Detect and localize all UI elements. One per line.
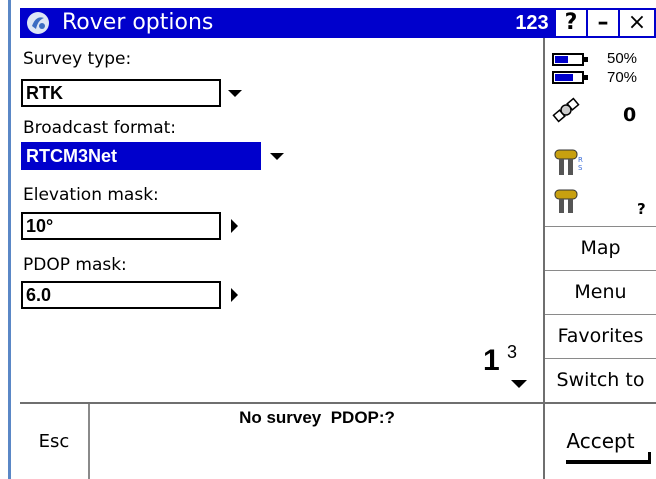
next-page-arrow-icon bbox=[511, 380, 527, 388]
start-menu-icon[interactable] bbox=[26, 11, 50, 35]
left-border bbox=[8, 0, 11, 479]
satellite-count: 0 bbox=[623, 104, 637, 126]
battery-2-fill bbox=[555, 74, 573, 81]
rover-receiver-icon[interactable] bbox=[553, 188, 583, 218]
window-title: Rover options bbox=[62, 10, 214, 35]
pdop-mask-label: PDOP mask: bbox=[23, 255, 127, 275]
accept-button[interactable]: Accept bbox=[545, 404, 656, 479]
battery-1-percent: 50% bbox=[607, 50, 638, 67]
switch-to-button-label: Switch to bbox=[556, 369, 645, 391]
pdop-mask-arrow-button[interactable] bbox=[221, 281, 249, 309]
map-button-label: Map bbox=[580, 237, 621, 259]
survey-status-text: No survey PDOP:? bbox=[239, 408, 395, 427]
rover-status-marker: ? bbox=[637, 200, 646, 218]
page-total: 3 bbox=[507, 342, 518, 362]
pdop-mask-field[interactable]: 6.0 bbox=[21, 281, 221, 309]
satellite-icon[interactable] bbox=[551, 95, 581, 125]
menu-button[interactable]: Menu bbox=[545, 270, 656, 314]
chevron-down-icon bbox=[228, 90, 242, 97]
svg-text:R: R bbox=[578, 156, 583, 164]
page-current: 1 bbox=[483, 344, 500, 377]
survey-type-dropdown-button[interactable] bbox=[221, 79, 249, 107]
elevation-mask-label: Elevation mask: bbox=[23, 185, 159, 205]
elevation-mask-arrow-button[interactable] bbox=[221, 212, 249, 240]
survey-type-label: Survey type: bbox=[23, 49, 132, 69]
favorites-button-label: Favorites bbox=[557, 325, 644, 347]
help-button[interactable]: ? bbox=[556, 10, 586, 36]
battery-2-percent: 70% bbox=[607, 69, 638, 86]
accept-button-label: Accept bbox=[566, 429, 635, 453]
survey-type-field[interactable]: RTK bbox=[21, 79, 221, 107]
title-bar: Rover options 123 ? – × bbox=[20, 8, 656, 38]
broadcast-format-field[interactable]: RTCM3Net bbox=[21, 142, 261, 170]
svg-text:S: S bbox=[578, 164, 583, 172]
map-button[interactable]: Map bbox=[545, 226, 656, 270]
broadcast-format-label: Broadcast format: bbox=[23, 118, 177, 138]
rover-options-screen: Rover options 123 ? – × Survey type: RTK… bbox=[0, 0, 656, 479]
chevron-down-icon bbox=[270, 153, 284, 160]
accept-underline-tick bbox=[648, 452, 651, 464]
battery-1-fill bbox=[555, 56, 568, 63]
esc-button[interactable]: Esc bbox=[20, 404, 90, 479]
elevation-mask-field[interactable]: 10° bbox=[21, 212, 221, 240]
status-panel: 50% 70% 0 R S ? bbox=[545, 38, 656, 224]
broadcast-format-dropdown-button[interactable] bbox=[263, 142, 291, 170]
battery-1-icon bbox=[552, 53, 588, 66]
battery-2-icon bbox=[552, 71, 588, 84]
close-button[interactable]: × bbox=[620, 10, 654, 36]
chevron-right-icon bbox=[231, 288, 238, 302]
esc-button-label: Esc bbox=[38, 431, 70, 452]
chevron-right-icon bbox=[231, 219, 238, 233]
menu-button-label: Menu bbox=[574, 281, 627, 303]
base-receiver-icon[interactable]: R S bbox=[553, 148, 585, 182]
page-indicator[interactable]: 1 3 bbox=[479, 340, 541, 396]
input-mode-button[interactable]: 123 bbox=[510, 10, 554, 36]
switch-to-button[interactable]: Switch to bbox=[545, 358, 656, 402]
accept-underline bbox=[566, 460, 648, 464]
minimize-button[interactable]: – bbox=[588, 10, 618, 36]
favorites-button[interactable]: Favorites bbox=[545, 314, 656, 358]
